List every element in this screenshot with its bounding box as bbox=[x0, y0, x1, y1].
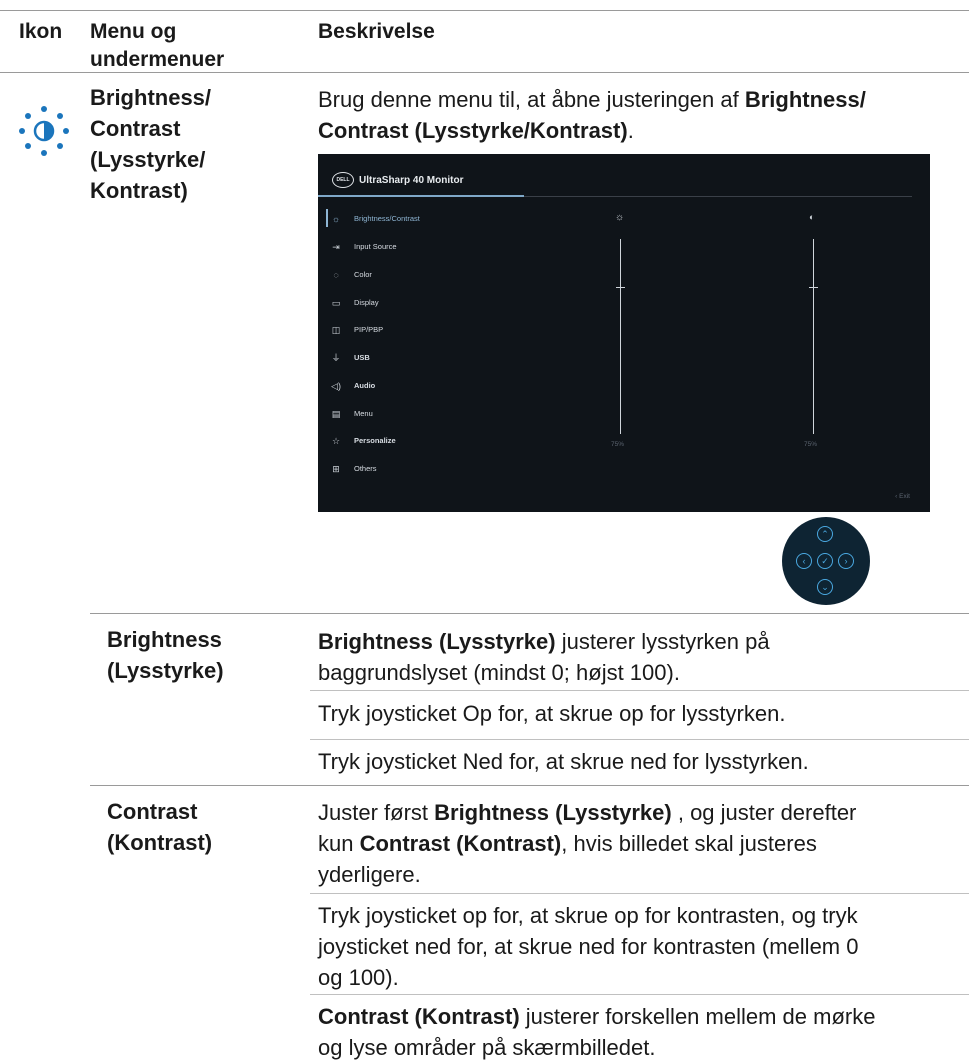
brightness-description: Brightness (Lysstyrke) justerer lysstyrk… bbox=[318, 629, 770, 685]
row-rule-3 bbox=[310, 739, 969, 740]
sun-icon: ☼ bbox=[331, 214, 341, 224]
brightness-down-text: Tryk joysticket Ned for, at skrue ned fo… bbox=[318, 749, 809, 774]
row-rule-1 bbox=[90, 613, 969, 614]
osd-separator-highlight bbox=[318, 195, 524, 197]
pip-pbp-icon: ◫ bbox=[331, 325, 341, 335]
osd-menu-others[interactable]: ⊞ Others bbox=[328, 459, 518, 479]
row-rule-5 bbox=[310, 893, 969, 894]
usb-icon: ⏚ bbox=[331, 353, 341, 363]
joystick-ok-button: ✓ bbox=[817, 553, 833, 569]
input-source-icon: ⇥ bbox=[332, 242, 340, 252]
brightness-value: 75% bbox=[611, 441, 625, 448]
joystick-left-button: ‹ bbox=[796, 553, 812, 569]
contrast-description: Juster først Brightness (Lysstyrke) , og… bbox=[318, 800, 857, 887]
row-rule-4 bbox=[90, 785, 969, 786]
brightness-slider-icon: ☼ bbox=[615, 212, 625, 223]
joystick-up-button: ⌃ bbox=[817, 526, 833, 542]
contrast-updown-text: Tryk joysticket op for, at skrue op for … bbox=[318, 903, 859, 990]
joystick-right-button: › bbox=[838, 553, 854, 569]
osd-screenshot: DELL UltraSharp 40 Monitor ☼ Brightness/… bbox=[318, 154, 930, 512]
osd-menu-color[interactable]: ◌ Color bbox=[328, 265, 518, 285]
header-menu: Menu og undermenuer bbox=[90, 20, 225, 71]
row-rule-6 bbox=[310, 994, 969, 995]
osd-menu-menu[interactable]: ▤ Menu bbox=[328, 404, 518, 424]
osd-menu-display[interactable]: ▭ Display bbox=[328, 293, 518, 313]
header-icon: Ikon bbox=[19, 20, 63, 43]
joystick-down-button: ⌄ bbox=[817, 579, 833, 595]
others-icon: ⊞ bbox=[332, 464, 340, 474]
brightness-slider-handle[interactable] bbox=[616, 287, 625, 288]
contrast-slider-track[interactable] bbox=[813, 239, 814, 434]
menu-brightness: Brightness (Lysstyrke) bbox=[107, 627, 224, 683]
audio-icon: ◁) bbox=[331, 381, 341, 391]
joystick-icon: ⌃ ‹ ✓ › ⌄ bbox=[782, 517, 870, 605]
main-description: Brug denne menu til, at åbne justeringen… bbox=[318, 87, 866, 143]
brightness-slider-track[interactable] bbox=[620, 239, 621, 434]
star-icon: ☆ bbox=[331, 436, 341, 446]
osd-menu-input-source[interactable]: ⇥ Input Source bbox=[328, 237, 518, 257]
display-icon: ▭ bbox=[331, 298, 341, 308]
brightness-up-text: Tryk joysticket Op for, at skrue op for … bbox=[318, 701, 786, 726]
table-top-rule bbox=[0, 10, 969, 11]
color-palette-icon: ◌ bbox=[333, 270, 339, 280]
contrast-value: 75% bbox=[804, 441, 818, 448]
menu-contrast: Contrast (Kontrast) bbox=[107, 799, 213, 855]
osd-menu-pip-pbp[interactable]: ◫ PIP/PBP bbox=[328, 320, 518, 340]
osd-title: UltraSharp 40 Monitor bbox=[359, 175, 464, 186]
contrast-explanation: Contrast (Kontrast) justerer forskellen … bbox=[318, 1004, 876, 1060]
brightness-contrast-icon bbox=[19, 106, 69, 156]
osd-menu-personalize[interactable]: ☆ Personalize bbox=[328, 431, 518, 451]
menu-brightness-contrast: Brightness/ Contrast (Lysstyrke/ Kontras… bbox=[90, 85, 212, 203]
menu-icon: ▤ bbox=[331, 409, 341, 419]
header-rule bbox=[0, 72, 969, 73]
osd-menu-audio[interactable]: ◁) Audio bbox=[328, 376, 518, 396]
dell-logo: DELL bbox=[332, 172, 354, 188]
osd-menu-brightness-contrast[interactable]: ☼ Brightness/Contrast bbox=[328, 209, 518, 229]
contrast-slider-handle[interactable] bbox=[809, 287, 818, 288]
osd-menu-usb[interactable]: ⏚ USB bbox=[328, 348, 518, 368]
osd-exit[interactable]: ‹ Exit bbox=[895, 493, 910, 500]
row-rule-2 bbox=[310, 690, 969, 691]
header-description: Beskrivelse bbox=[318, 20, 435, 43]
contrast-slider-icon: ◐ bbox=[809, 212, 815, 222]
